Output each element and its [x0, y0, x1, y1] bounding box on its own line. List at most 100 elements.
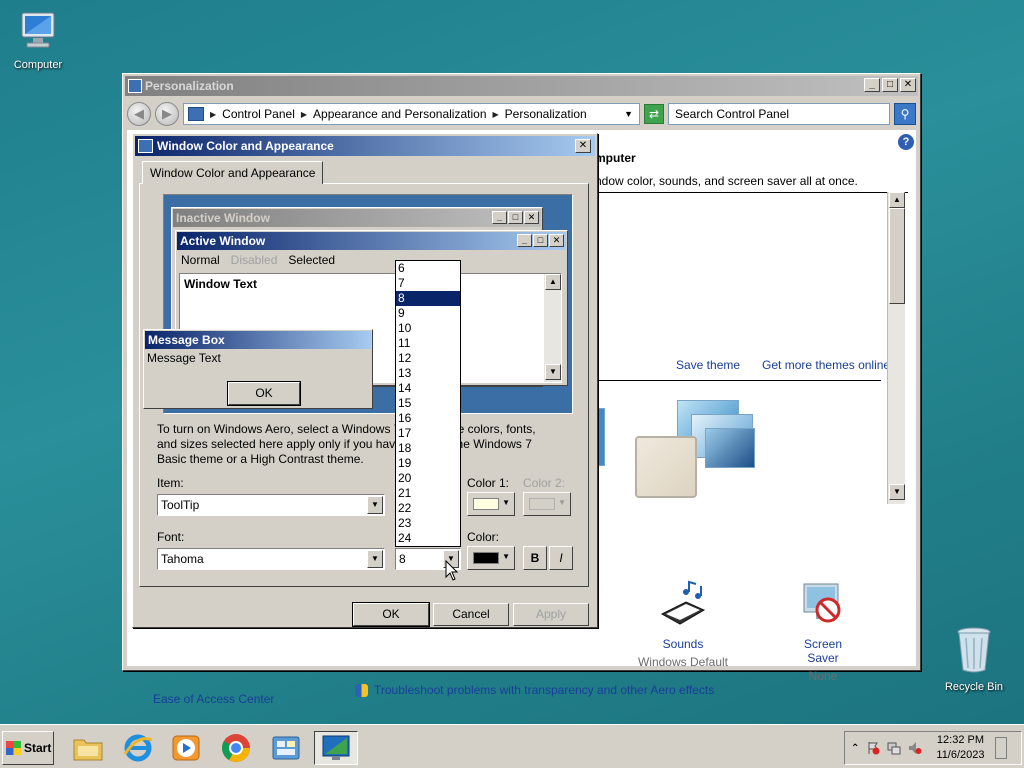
- font-size-option[interactable]: 6: [396, 261, 460, 276]
- screensaver-label[interactable]: Screen Saver: [787, 637, 859, 665]
- divider: [595, 380, 881, 381]
- chrome-taskbar-button[interactable]: [214, 731, 258, 765]
- breadcrumb-appearance[interactable]: Appearance and Personalization: [313, 107, 486, 121]
- desktop-computer-icon[interactable]: Computer: [0, 10, 76, 71]
- explorer-taskbar-button[interactable]: [66, 731, 110, 765]
- font-select[interactable]: Tahoma ▼: [157, 548, 385, 570]
- font-size-option[interactable]: 10: [396, 321, 460, 336]
- clock[interactable]: 12:32 PM 11/6/2023: [936, 733, 984, 763]
- media-player-taskbar-button[interactable]: [164, 731, 208, 765]
- start-button[interactable]: Start: [2, 731, 54, 765]
- preview-menu[interactable]: Normal Disabled Selected: [176, 251, 567, 269]
- chevron-right-icon[interactable]: ▶: [493, 110, 499, 119]
- message-box-ok-button[interactable]: OK: [227, 381, 301, 406]
- desktop-recycle-bin[interactable]: Recycle Bin: [936, 626, 1012, 693]
- chevron-right-icon[interactable]: ▶: [210, 110, 216, 119]
- item-select[interactable]: ToolTip ▼: [157, 494, 385, 516]
- menu-disabled[interactable]: Disabled: [231, 253, 278, 267]
- search-input[interactable]: Search Control Panel: [668, 103, 890, 125]
- italic-button[interactable]: I: [549, 546, 573, 570]
- theme-thumbnail-selected[interactable]: [635, 436, 697, 498]
- menu-selected[interactable]: Selected: [288, 253, 336, 267]
- menu-normal[interactable]: Normal: [181, 253, 220, 267]
- color2-button[interactable]: ▼: [523, 492, 571, 516]
- font-size-option[interactable]: 18: [396, 441, 460, 456]
- control-panel-icon: [128, 79, 142, 93]
- troubleshoot-label[interactable]: Troubleshoot problems with transparency …: [374, 683, 714, 697]
- control-panel-icon: [188, 107, 204, 121]
- font-size-option[interactable]: 17: [396, 426, 460, 441]
- font-size-option[interactable]: 23: [396, 516, 460, 531]
- active-window-titlebar[interactable]: Active Window _ □ ✕: [177, 232, 566, 250]
- network-icon[interactable]: [887, 741, 901, 755]
- refresh-button[interactable]: ⇄: [644, 104, 664, 124]
- search-icon[interactable]: ⚲: [894, 103, 916, 125]
- close-button[interactable]: ✕: [900, 78, 916, 92]
- color1-button[interactable]: ▼: [467, 492, 515, 516]
- font-size-option[interactable]: 19: [396, 456, 460, 471]
- sounds-option[interactable]: Sounds Windows Default: [638, 580, 728, 683]
- forward-button[interactable]: ▶: [155, 102, 179, 126]
- dialog-titlebar[interactable]: Window Color and Appearance ✕: [135, 136, 595, 156]
- font-size-option[interactable]: 16: [396, 411, 460, 426]
- action-center-icon[interactable]: [866, 741, 880, 755]
- font-size-option[interactable]: 15: [396, 396, 460, 411]
- font-size-option[interactable]: 21: [396, 486, 460, 501]
- font-size-option[interactable]: 20: [396, 471, 460, 486]
- font-color-button[interactable]: ▼: [467, 546, 515, 570]
- minimize-button[interactable]: _: [864, 78, 880, 92]
- font-size-option[interactable]: 12: [396, 351, 460, 366]
- font-size-option[interactable]: 14: [396, 381, 460, 396]
- show-hidden-icons-icon[interactable]: ⌃: [851, 743, 859, 754]
- scroll-down-icon[interactable]: ▼: [545, 364, 561, 380]
- theme-thumbnail[interactable]: [705, 428, 755, 468]
- desktop-recycle-label: Recycle Bin: [944, 681, 1004, 693]
- bold-button[interactable]: B: [523, 546, 547, 570]
- more-themes-link[interactable]: Get more themes online: [762, 358, 890, 372]
- theme-thumbnails[interactable]: [595, 400, 760, 500]
- troubleshoot-link[interactable]: Troubleshoot problems with transparency …: [355, 683, 714, 697]
- preview-scrollbar[interactable]: ▲ ▼: [544, 274, 561, 382]
- breadcrumb-control-panel[interactable]: Control Panel: [222, 107, 295, 121]
- ie-taskbar-button[interactable]: [116, 731, 160, 765]
- personalization-titlebar[interactable]: Personalization _ □ ✕: [125, 76, 918, 96]
- scroll-up-icon[interactable]: ▲: [545, 274, 561, 290]
- help-icon[interactable]: ?: [898, 134, 914, 150]
- chevron-down-icon[interactable]: ▼: [367, 496, 383, 514]
- control-panel-taskbar-button[interactable]: [264, 731, 308, 765]
- show-desktop-button[interactable]: [994, 737, 1007, 759]
- breadcrumb-personalization[interactable]: Personalization: [505, 107, 587, 121]
- chevron-down-icon[interactable]: ▼: [367, 550, 383, 568]
- breadcrumb[interactable]: ▶ Control Panel ▶ Appearance and Persona…: [183, 103, 640, 125]
- tab-window-color[interactable]: Window Color and Appearance: [142, 161, 324, 184]
- message-box-title: Message Box: [145, 331, 371, 349]
- theme-scrollbar[interactable]: ▲ ▼: [887, 192, 905, 504]
- ease-of-access-link[interactable]: Ease of Access Center: [153, 692, 274, 706]
- cancel-button[interactable]: Cancel: [433, 603, 509, 626]
- inactive-window-titlebar[interactable]: Inactive Window _ □ ✕: [173, 209, 541, 227]
- font-size-option[interactable]: 8: [396, 291, 460, 306]
- apply-button[interactable]: Apply: [513, 603, 589, 626]
- close-button[interactable]: ✕: [575, 139, 591, 153]
- font-size-dropdown[interactable]: 6 7 8 9 10 11 12 13 14 15 16 17 18 19 20 21 22 23 24: [395, 260, 461, 547]
- scroll-down-icon[interactable]: ▼: [889, 484, 905, 500]
- font-size-option[interactable]: 11: [396, 336, 460, 351]
- chevron-right-icon[interactable]: ▶: [301, 110, 307, 119]
- scroll-up-icon[interactable]: ▲: [889, 192, 905, 208]
- message-box-preview[interactable]: Message Box Message Text OK: [143, 329, 373, 409]
- font-size-option[interactable]: 22: [396, 501, 460, 516]
- maximize-button[interactable]: □: [882, 78, 898, 92]
- personalization-taskbar-button[interactable]: [314, 731, 358, 765]
- font-size-option[interactable]: 7: [396, 276, 460, 291]
- sounds-label[interactable]: Sounds: [647, 637, 719, 651]
- save-theme-link[interactable]: Save theme: [676, 358, 740, 372]
- volume-muted-icon[interactable]: [908, 741, 922, 755]
- back-button[interactable]: ◀: [127, 102, 151, 126]
- font-size-option[interactable]: 9: [396, 306, 460, 321]
- font-size-option[interactable]: 13: [396, 366, 460, 381]
- ok-button[interactable]: OK: [352, 602, 430, 627]
- screensaver-option[interactable]: Screen Saver None: [787, 580, 859, 683]
- font-size-option[interactable]: 24: [396, 531, 460, 546]
- scroll-thumb[interactable]: [889, 208, 905, 304]
- chevron-down-icon[interactable]: ▼: [624, 109, 633, 119]
